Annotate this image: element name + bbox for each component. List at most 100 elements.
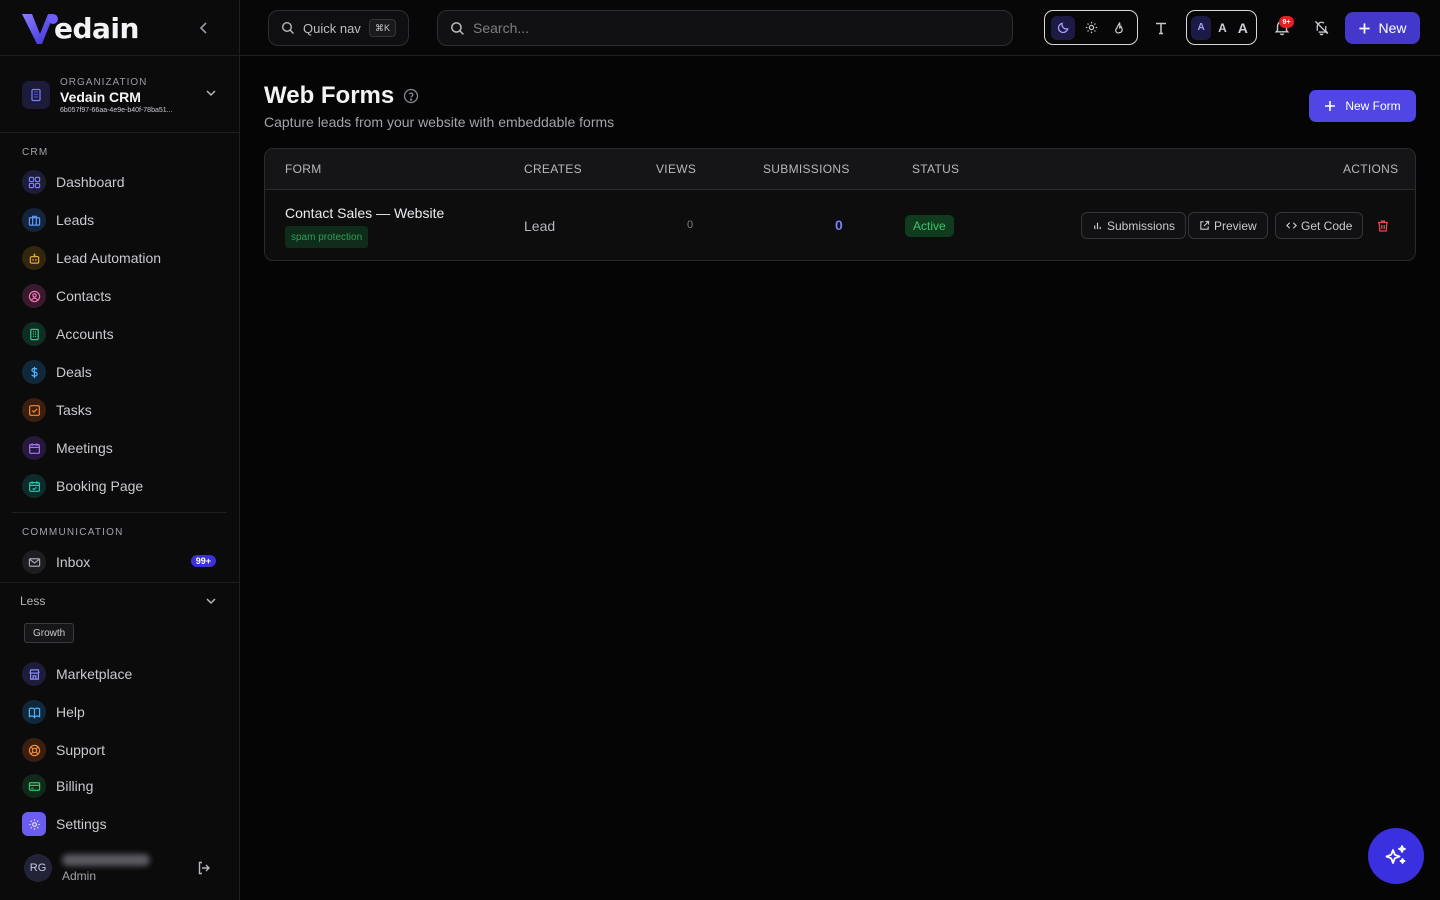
typography-icon[interactable] (1153, 20, 1169, 36)
trash-icon[interactable] (1376, 219, 1390, 233)
sidebar-item-meetings[interactable]: Meetings (22, 434, 222, 462)
brand-logo[interactable]: edain (20, 8, 139, 48)
sidebar-item-support[interactable]: Support (22, 736, 222, 764)
moon-icon (1057, 22, 1069, 34)
sidebar-item-label: Dashboard (56, 174, 125, 190)
logout-icon[interactable] (196, 860, 212, 876)
submissions-button[interactable]: Submissions (1081, 212, 1187, 239)
sidebar-item-booking-page[interactable]: Booking Page (22, 472, 222, 500)
sidebar-item-label: Booking Page (56, 478, 144, 494)
new-button[interactable]: New (1345, 12, 1420, 44)
search-icon (451, 21, 464, 35)
brand-name: edain (54, 11, 139, 45)
sun-icon (1085, 21, 1097, 34)
new-form-button[interactable]: New Form (1309, 90, 1416, 122)
light-theme-button[interactable] (1079, 16, 1103, 40)
less-toggle[interactable]: Less (20, 592, 220, 610)
table-header: FORM CREATES VIEWS SUBMISSIONS STATUS AC… (265, 149, 1415, 190)
robot-icon (22, 246, 46, 270)
plus-icon (1359, 22, 1371, 34)
sidebar-item-leads[interactable]: Leads (22, 206, 222, 234)
notification-badge: 9+ (1279, 16, 1294, 28)
book-icon (22, 700, 46, 724)
sidebar-item-label: Settings (56, 816, 107, 832)
quick-nav-shortcut: ⌘K (368, 19, 396, 37)
building-icon (22, 322, 46, 346)
form-submissions-count[interactable]: 0 (835, 217, 843, 233)
organization-name: Vedain CRM (60, 88, 141, 105)
sidebar-item-label: Accounts (56, 326, 114, 342)
sidebar-item-label: Billing (56, 778, 94, 794)
sidebar-item-marketplace[interactable]: Marketplace (22, 660, 222, 688)
warm-theme-button[interactable] (1107, 16, 1131, 40)
quick-nav-button[interactable]: Quick nav ⌘K (268, 10, 409, 46)
new-button-label: New (1378, 20, 1407, 36)
font-size-small-button[interactable]: A (1191, 15, 1212, 40)
column-header-submissions: SUBMISSIONS (763, 162, 850, 176)
sidebar-item-settings[interactable]: Settings (22, 810, 222, 838)
lifebuoy-icon (22, 738, 46, 762)
section-label-crm: CRM (22, 147, 49, 158)
store-icon (22, 662, 46, 686)
sidebar-item-contacts[interactable]: Contacts (22, 282, 222, 310)
chevron-down-icon (206, 90, 216, 97)
sidebar-item-billing[interactable]: Billing (22, 772, 222, 800)
code-icon (1286, 222, 1297, 229)
sidebar-item-deals[interactable]: Deals (22, 358, 222, 386)
column-header-creates: CREATES (524, 162, 582, 176)
ai-assistant-button[interactable] (1368, 828, 1424, 884)
column-header-views: VIEWS (656, 162, 697, 176)
submissions-button-label: Submissions (1107, 218, 1176, 233)
dark-theme-button[interactable] (1051, 15, 1075, 40)
sidebar-item-tasks[interactable]: Tasks (22, 396, 222, 424)
font-size-medium-button[interactable]: A (1213, 16, 1231, 40)
column-header-actions: ACTIONS (1343, 162, 1399, 176)
quick-nav-label: Quick nav (303, 20, 361, 36)
preview-button[interactable]: Preview (1188, 212, 1268, 239)
section-label-communication: COMMUNICATION (22, 527, 124, 538)
sidebar-item-label: Meetings (56, 440, 113, 456)
sidebar-item-lead-automation[interactable]: Lead Automation (22, 244, 222, 272)
sidebar-item-inbox[interactable]: Inbox 99+ (22, 548, 222, 576)
sidebar-item-label: Tasks (56, 402, 92, 418)
organization-label: ORGANIZATION (60, 76, 148, 88)
organization-id: 6b057f97-66aa-4e9e-b40f-78ba51... (60, 106, 173, 114)
divider (12, 512, 226, 513)
bar-chart-icon (1094, 222, 1101, 230)
get-code-button[interactable]: Get Code (1275, 212, 1364, 239)
user-circle-icon (22, 284, 46, 308)
sparkles-icon (1385, 845, 1406, 864)
user-name-redacted (62, 854, 150, 866)
search-input[interactable] (473, 20, 993, 36)
sidebar-item-accounts[interactable]: Accounts (22, 320, 222, 348)
sidebar-item-label: Help (56, 704, 85, 720)
page-subtitle: Capture leads from your website with emb… (264, 114, 615, 130)
sidebar-item-label: Deals (56, 364, 92, 380)
form-name[interactable]: Contact Sales — Website (285, 205, 444, 221)
organization-switcher[interactable]: ORGANIZATION Vedain CRM 6b057f97-66aa-4e… (22, 72, 222, 118)
sidebar-item-help[interactable]: Help (22, 698, 222, 726)
spam-protection-tag: spam protection (285, 226, 369, 248)
column-header-form: FORM (285, 162, 322, 176)
table-row[interactable]: Contact Sales — Website spam protection … (265, 190, 1415, 260)
chevron-down-icon (206, 598, 216, 605)
sidebar-item-label: Support (56, 742, 106, 758)
search-icon (281, 21, 294, 34)
collapse-sidebar-icon[interactable] (194, 18, 214, 38)
help-circle-icon[interactable] (403, 88, 419, 104)
grid-icon (22, 170, 46, 194)
sidebar-item-label: Marketplace (56, 666, 133, 682)
sidebar-item-label: Inbox (56, 554, 91, 570)
avatar: RG (24, 854, 52, 882)
sidebar-item-dashboard[interactable]: Dashboard (22, 168, 222, 196)
get-code-button-label: Get Code (1301, 218, 1353, 233)
new-form-label: New Form (1345, 99, 1401, 113)
bell-off-icon[interactable] (1313, 19, 1330, 36)
theme-switcher (1044, 10, 1138, 45)
sidebar: edain ORGANIZATION Vedain CRM 6b057f97-6… (0, 0, 240, 900)
font-size-large-button[interactable]: A (1234, 16, 1252, 40)
checkbox-icon (22, 398, 46, 422)
less-label: Less (20, 594, 46, 608)
user-profile[interactable]: RG Admin (24, 852, 224, 884)
inbox-count-badge: 99+ (190, 555, 216, 567)
